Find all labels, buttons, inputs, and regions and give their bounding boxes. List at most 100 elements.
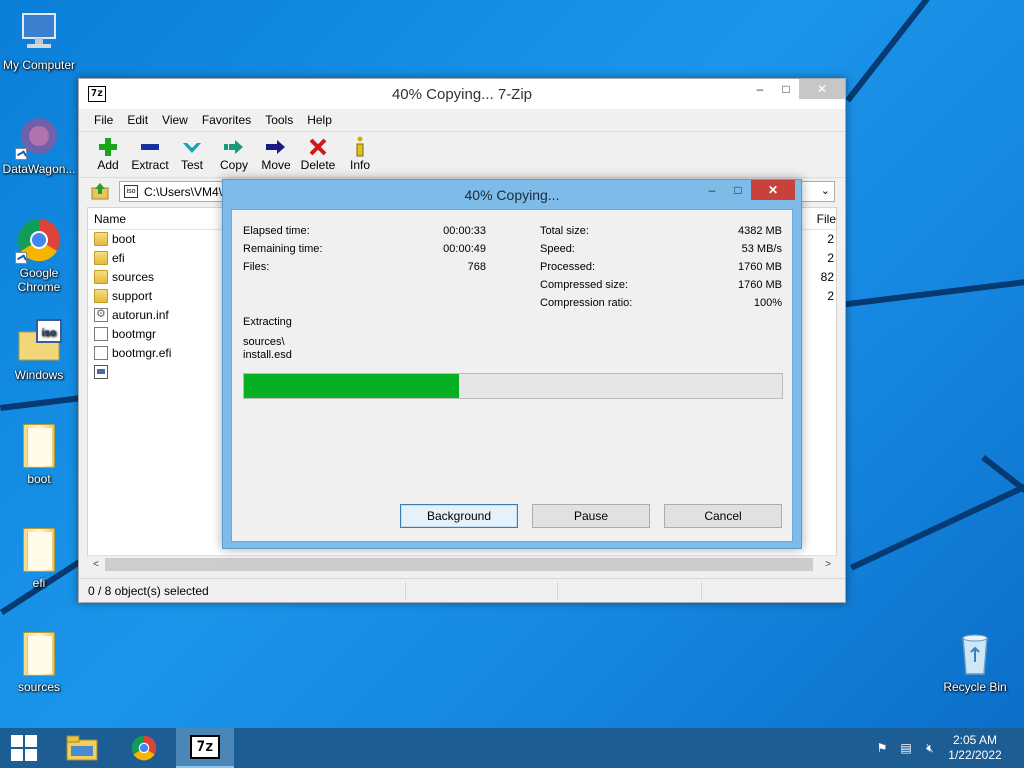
file-name: bootmgr.efi xyxy=(112,346,172,360)
taskbar-7zip[interactable]: 7z xyxy=(176,728,234,768)
horizontal-scrollbar[interactable]: < > xyxy=(87,555,837,572)
info-label: Info xyxy=(349,158,370,172)
file-name: autorun.inf xyxy=(112,308,169,322)
iso-path-icon: iso xyxy=(124,185,138,198)
remaining-label: Remaining time: xyxy=(243,243,323,255)
column-file[interactable]: File xyxy=(817,212,836,226)
progress-bar xyxy=(243,373,783,399)
desktop-icon-boot[interactable]: boot xyxy=(0,422,78,486)
taskbar-file-explorer[interactable] xyxy=(56,728,108,768)
delete-label: Delete xyxy=(300,158,336,172)
file-name: boot xyxy=(112,232,136,246)
desktop-icon-datawagon[interactable]: DataWagon... xyxy=(0,112,78,176)
folder-icon xyxy=(94,251,108,265)
copy-label: Copy xyxy=(219,158,248,172)
files-value: 768 xyxy=(467,261,486,273)
desktop-icon-google-chrome[interactable]: Google Chrome xyxy=(0,216,78,294)
menu-help[interactable]: Help xyxy=(300,113,339,127)
menu-tools[interactable]: Tools xyxy=(258,113,300,127)
status-divider xyxy=(701,582,702,600)
menu-edit[interactable]: Edit xyxy=(120,113,155,127)
file-size: 2 xyxy=(827,232,834,246)
desktop-icon-sources[interactable]: sources xyxy=(0,630,78,694)
folder-up-icon[interactable] xyxy=(91,182,109,200)
status-text: 0 / 8 object(s) selected xyxy=(88,584,209,598)
scroll-left-icon[interactable]: < xyxy=(88,557,104,572)
folder-icon xyxy=(15,422,63,470)
dialog-minimize-button[interactable]: – xyxy=(699,180,725,200)
volume-muted-icon[interactable]: 🔇︎ xyxy=(922,740,938,756)
desktop-icon-label: Google Chrome xyxy=(17,266,61,294)
speed-label: Speed: xyxy=(540,243,575,255)
extract-label: Extract xyxy=(131,158,169,172)
folder-icon xyxy=(15,630,63,678)
cancel-button[interactable]: Cancel xyxy=(664,504,782,528)
file-name: efi xyxy=(112,251,125,265)
window-titlebar[interactable]: 7z 40% Copying... 7-Zip – □ ✕ xyxy=(79,79,845,109)
copy-arrow-icon xyxy=(213,136,255,158)
test-button[interactable]: Test xyxy=(171,132,213,177)
taskbar-chrome[interactable] xyxy=(118,728,170,768)
column-name[interactable]: Name xyxy=(94,212,126,226)
desktop-icon-label: Windows xyxy=(14,368,64,382)
toolbar: Add Extract Test Copy Move Delete Info xyxy=(79,131,845,177)
minimize-button[interactable]: – xyxy=(747,79,773,99)
elapsed-value: 00:00:33 xyxy=(443,225,486,237)
scroll-right-icon[interactable]: > xyxy=(820,557,836,572)
desktop-icon-efi[interactable]: efi xyxy=(0,526,78,590)
settings-file-icon xyxy=(94,307,108,322)
move-button[interactable]: Move xyxy=(255,132,297,177)
desktop-icon-label: efi xyxy=(32,576,46,590)
clock-date: 1/22/2022 xyxy=(948,748,1002,762)
action-center-flag-icon[interactable]: ⚑ xyxy=(874,740,890,756)
delete-button[interactable]: Delete xyxy=(297,132,339,177)
menu-file[interactable]: File xyxy=(87,113,120,127)
chevron-down-icon[interactable]: ⌄ xyxy=(821,184,830,197)
shortcut-arrow-icon xyxy=(15,148,27,160)
pause-button[interactable]: Pause xyxy=(532,504,650,528)
desktop-icon-label: My Computer xyxy=(2,58,76,72)
background-button[interactable]: Background xyxy=(400,504,518,528)
desktop-icon-my-computer[interactable]: My Computer xyxy=(0,8,78,72)
desktop-icon-windows-iso[interactable]: iso Windows xyxy=(0,318,78,382)
file-name: support xyxy=(112,289,153,303)
check-icon xyxy=(171,136,213,158)
processed-value: 1760 MB xyxy=(737,261,782,273)
add-button[interactable]: Add xyxy=(87,132,129,177)
copy-button[interactable]: Copy xyxy=(213,132,255,177)
plus-icon xyxy=(87,136,129,158)
close-button[interactable]: ✕ xyxy=(799,79,845,99)
iso-file-icon: iso xyxy=(15,318,63,366)
file-size: 2 xyxy=(827,251,834,265)
file-size: 82 xyxy=(820,270,834,284)
action-label: Extracting xyxy=(243,316,292,328)
current-path: sources\ xyxy=(243,336,285,348)
folder-icon xyxy=(94,270,108,284)
remaining-value: 00:00:49 xyxy=(443,243,486,255)
menu-favorites[interactable]: Favorites xyxy=(195,113,258,127)
start-button[interactable] xyxy=(0,728,48,768)
caption-buttons: – □ ✕ xyxy=(747,79,845,99)
file-explorer-icon xyxy=(66,735,98,761)
sevenzip-taskbar-icon: 7z xyxy=(190,735,220,759)
info-button[interactable]: Info xyxy=(339,132,381,177)
scroll-thumb[interactable] xyxy=(105,558,813,571)
dialog-close-button[interactable]: ✕ xyxy=(751,180,795,200)
network-icon[interactable]: ▤ xyxy=(898,740,914,756)
file-name: sources xyxy=(112,270,155,284)
total-size-value: 4382 MB xyxy=(737,225,782,237)
desktop-icon-recycle-bin[interactable]: Recycle Bin xyxy=(936,630,1014,694)
compression-ratio-label: Compression ratio: xyxy=(540,297,633,309)
move-arrow-icon xyxy=(255,136,297,158)
dialog-titlebar[interactable]: 40% Copying... – □ ✕ xyxy=(223,180,801,208)
maximize-button[interactable]: □ xyxy=(773,79,799,99)
image-file-icon xyxy=(94,365,108,379)
window-title: 40% Copying... 7-Zip xyxy=(391,86,533,103)
menu-view[interactable]: View xyxy=(155,113,195,127)
dialog-maximize-button[interactable]: □ xyxy=(725,180,751,200)
desktop-icon-label: sources xyxy=(17,680,61,694)
taskbar-clock[interactable]: 2:05 AM 1/22/2022 xyxy=(940,733,1010,763)
current-file: install.esd xyxy=(243,349,292,361)
extract-button[interactable]: Extract xyxy=(129,132,171,177)
folder-icon xyxy=(94,289,108,303)
